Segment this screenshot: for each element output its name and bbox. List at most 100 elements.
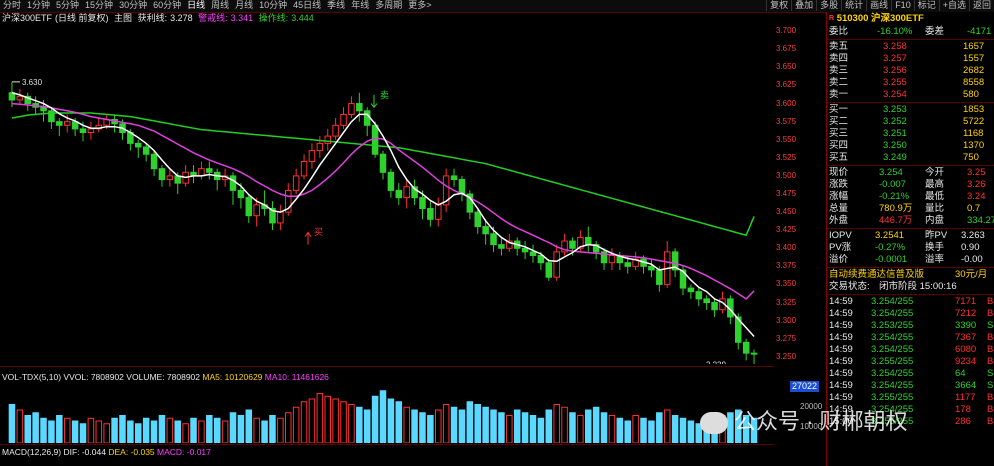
promo-row[interactable]: 自动续费通达信普及版 30元/月 bbox=[827, 269, 994, 281]
volume-bar bbox=[632, 415, 639, 443]
panel-title: R 510300 沪深300ETF bbox=[827, 12, 994, 26]
price-tick: 3.250 bbox=[776, 351, 797, 361]
stats-list: 现价 3.254 今开 3.25 涨跌 -0.007 最高 3.26 涨幅 -0.21% 最低 3.2… bbox=[827, 167, 994, 227]
stat-label: 现价 bbox=[829, 167, 849, 178]
ask-volume: 580 bbox=[963, 89, 979, 100]
tick-volume: 1177 bbox=[955, 392, 976, 403]
iopv-label-2: 溢率 bbox=[925, 254, 945, 265]
iopv-list: IOPV 3.2541 昨PV 3.263 PV涨 -0.27% 换手 0.90 溢价 -0.00… bbox=[827, 230, 994, 266]
tool-button-6[interactable]: 标记 bbox=[913, 0, 939, 11]
volume-bar bbox=[261, 420, 268, 443]
volume-value: VOLUME: 7808902 bbox=[126, 372, 201, 382]
candlestick-chart[interactable]: 3.630 3.239 卖买 bbox=[0, 24, 774, 364]
bid-row: 买二 3.252 5722 bbox=[827, 116, 994, 128]
volume-bar bbox=[277, 417, 284, 443]
stat-row: 涨幅 -0.21% 最低 3.24 bbox=[827, 191, 994, 203]
candle-body bbox=[490, 233, 497, 246]
volume-bar bbox=[577, 415, 584, 443]
candle-body bbox=[150, 153, 158, 170]
ask-price: 3.255 bbox=[883, 77, 907, 88]
security-code: 510300 bbox=[836, 13, 869, 24]
tab-period-7[interactable]: 周线 bbox=[208, 0, 232, 11]
price-tick: 3.675 bbox=[776, 44, 797, 54]
stat-value-2: 3.24 bbox=[967, 191, 986, 202]
low-price-label: 3.239 bbox=[706, 361, 727, 364]
bid-volume: 1370 bbox=[963, 140, 985, 151]
volume-bar bbox=[316, 393, 324, 443]
volume-chart[interactable] bbox=[0, 383, 774, 443]
candle-body bbox=[379, 153, 387, 173]
iopv-label: 溢价 bbox=[829, 254, 849, 265]
volume-bar bbox=[16, 409, 24, 443]
volume-bar bbox=[521, 412, 529, 443]
candle-body bbox=[521, 247, 529, 253]
tool-button-7[interactable]: +自选 bbox=[938, 0, 969, 11]
tool-button-5[interactable]: F10 bbox=[891, 0, 914, 11]
volume-bar bbox=[545, 409, 553, 443]
tab-period-3[interactable]: 15分钟 bbox=[82, 0, 116, 11]
tool-button-4[interactable]: 画线 bbox=[866, 0, 891, 11]
volume-bar bbox=[79, 423, 87, 443]
volume-bar bbox=[95, 420, 103, 443]
candle-body bbox=[253, 204, 260, 217]
stat-label: 总量 bbox=[829, 203, 849, 214]
dif-value: DIF: -0.044 bbox=[63, 447, 106, 457]
profit-line-value: 3.278 bbox=[170, 13, 193, 23]
volume-bar bbox=[324, 395, 332, 443]
tab-period-1[interactable]: 1分钟 bbox=[24, 0, 53, 11]
tab-period-6[interactable]: 日线 bbox=[184, 0, 208, 11]
volume-bar bbox=[648, 420, 655, 443]
candle-body bbox=[529, 251, 537, 256]
tab-period-9[interactable]: 10分钟 bbox=[256, 0, 290, 11]
promo-text[interactable]: 自动续费通达信普及版 bbox=[829, 269, 924, 281]
tick-volume: 7367 bbox=[955, 332, 977, 343]
volume-bar bbox=[87, 417, 95, 443]
tool-button-8[interactable]: 返回 bbox=[968, 0, 994, 11]
bid-price: 3.252 bbox=[883, 116, 907, 127]
volume-bar bbox=[253, 417, 260, 443]
volume-bar bbox=[498, 412, 505, 443]
bid-label: 买一 bbox=[829, 104, 849, 115]
chart-mode: (日线 前复权) bbox=[55, 13, 109, 23]
tab-period-14[interactable]: 更多> bbox=[405, 0, 434, 11]
volume-header: VOL-TDX(5,10) VVOL: 7808902 VOLUME: 7808… bbox=[2, 372, 329, 382]
tick-price: 3.254/255 bbox=[871, 344, 914, 355]
tool-button-2[interactable]: 多股 bbox=[816, 0, 841, 11]
tool-button-3[interactable]: 统计 bbox=[841, 0, 866, 11]
tick-volume: 7171 bbox=[955, 296, 977, 307]
volume-bar bbox=[63, 417, 71, 443]
volume-bar bbox=[561, 406, 568, 443]
tab-period-12[interactable]: 年线 bbox=[348, 0, 372, 11]
tick-time: 14:59 bbox=[829, 356, 853, 367]
watermark: 公众号 · 财郴朝权 bbox=[700, 404, 908, 436]
tool-button-0[interactable]: 复权 bbox=[766, 0, 791, 11]
volume-bar bbox=[616, 417, 624, 443]
tab-period-10[interactable]: 45日线 bbox=[290, 0, 324, 11]
tab-period-5[interactable]: 60分钟 bbox=[150, 0, 184, 11]
volume-bar bbox=[190, 417, 197, 443]
volume-bar bbox=[56, 415, 63, 443]
ask-row: 卖五 3.258 1657 bbox=[827, 41, 994, 53]
tab-period-0[interactable]: 分时 bbox=[0, 0, 24, 11]
volume-bar bbox=[435, 409, 442, 443]
tab-period-13[interactable]: 多周期 bbox=[372, 0, 405, 11]
tab-period-8[interactable]: 月线 bbox=[232, 0, 256, 11]
candle-body bbox=[292, 175, 300, 191]
quote-panel: R 510300 沪深300ETF 委比 -16.10% 委差 -4171 卖五… bbox=[827, 12, 994, 466]
sell-signal-label: 卖 bbox=[380, 91, 389, 101]
bid-row: 买五 3.249 750 bbox=[827, 152, 994, 164]
candle-body bbox=[648, 265, 655, 271]
high-price-label: 3.630 bbox=[22, 78, 43, 87]
candle-body bbox=[135, 142, 142, 148]
volume-bar bbox=[158, 415, 166, 443]
tool-button-1[interactable]: 叠加 bbox=[791, 0, 816, 11]
volume-bar bbox=[174, 420, 181, 443]
tab-period-11[interactable]: 季线 bbox=[324, 0, 348, 11]
candle-body bbox=[458, 179, 466, 195]
tab-period-4[interactable]: 30分钟 bbox=[116, 0, 150, 11]
weibi-row: 委比 -16.10% 委差 -4171 bbox=[827, 26, 994, 38]
promo-price[interactable]: 30元/月 bbox=[955, 269, 987, 281]
tab-period-2[interactable]: 5分钟 bbox=[53, 0, 82, 11]
period-tabs: 分时 1分钟 5分钟 15分钟 30分钟 60分钟 日线 周线 月线 10分钟 45日线 季线 年线 多周… bbox=[0, 0, 434, 11]
price-tick: 3.500 bbox=[776, 170, 797, 180]
